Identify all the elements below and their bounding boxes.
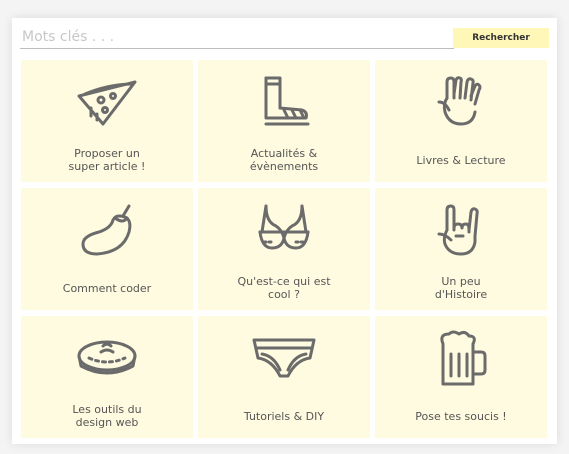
eggplant-icon bbox=[81, 204, 132, 256]
category-label: Proposer un super article ! bbox=[68, 147, 146, 173]
category-label: Un peu d'Histoire bbox=[434, 275, 488, 301]
category-grid: Proposer un super article ! Actualités &… bbox=[21, 60, 547, 438]
category-tile-proposer-article[interactable]: Proposer un super article ! bbox=[21, 60, 193, 182]
category-label: Les outils du design web bbox=[72, 403, 142, 429]
search-bar: Rechercher bbox=[20, 26, 549, 56]
pizza-icon bbox=[77, 80, 137, 126]
category-tile-cool[interactable]: Qu'est-ce qui est cool ? bbox=[198, 188, 370, 310]
search-input[interactable] bbox=[20, 26, 454, 49]
category-panel: Rechercher Proposer un super article ! bbox=[12, 18, 557, 444]
rock-hand-icon bbox=[437, 204, 479, 256]
search-button[interactable]: Rechercher bbox=[453, 28, 549, 48]
sandal-icon bbox=[264, 76, 310, 126]
category-label: Tutoriels & DIY bbox=[243, 409, 325, 423]
category-label: Pose tes soucis ! bbox=[415, 409, 507, 423]
category-tile-outils-design[interactable]: Les outils du design web bbox=[21, 316, 193, 438]
category-label: Comment coder bbox=[62, 281, 152, 295]
bra-icon bbox=[258, 204, 310, 250]
category-tile-histoire[interactable]: Un peu d'Histoire bbox=[375, 188, 547, 310]
vulcan-salute-icon bbox=[437, 76, 482, 126]
category-tile-tutoriels[interactable]: Tutoriels & DIY bbox=[198, 316, 370, 438]
pie-icon bbox=[77, 340, 137, 375]
category-tile-livres[interactable]: Livres & Lecture bbox=[375, 60, 547, 182]
category-tile-actualites[interactable]: Actualités & évènements bbox=[198, 60, 370, 182]
category-tile-comment-coder[interactable]: Comment coder bbox=[21, 188, 193, 310]
category-tile-pose-soucis[interactable]: Pose tes soucis ! bbox=[375, 316, 547, 438]
underwear-icon bbox=[252, 338, 316, 378]
category-label: Actualités & évènements bbox=[249, 147, 319, 173]
category-label: Qu'est-ce qui est cool ? bbox=[237, 275, 331, 301]
category-label: Livres & Lecture bbox=[416, 153, 506, 167]
beer-mug-icon bbox=[440, 330, 487, 386]
